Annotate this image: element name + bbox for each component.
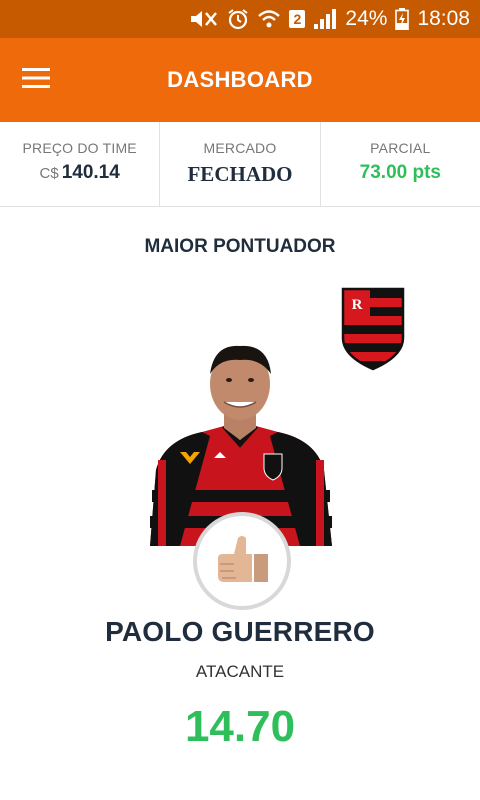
stats-panel: PREÇO DO TIME C$ 140.14 MERCADO FECHADO P… [0, 122, 480, 207]
partial-label: PARCIAL [370, 140, 431, 156]
battery-percent: 24% [345, 7, 388, 30]
thumbs-up-button[interactable] [193, 512, 291, 610]
sim-slot-badge: 2 [289, 10, 306, 28]
player-score: 14.70 [184, 702, 296, 751]
club-shield-icon: R [340, 286, 406, 372]
clock: 18:08 [417, 7, 470, 30]
partial-stat: PARCIAL 73.00 pts [319, 122, 480, 206]
page-title: DASHBOARD [167, 67, 313, 92]
market-label: MERCADO [203, 140, 277, 156]
team-price-value-row: C$ 140.14 [0, 162, 159, 184]
app-bar: DASHBOARD [0, 38, 480, 122]
partial-score: 73.00 pts [359, 162, 441, 183]
team-price-label: PREÇO DO TIME [22, 140, 137, 156]
team-price-value: 140.14 [61, 162, 120, 183]
currency-symbol: C$ [39, 165, 59, 182]
battery-charging-icon [395, 8, 410, 30]
player-name: PAOLO GUERRERO [105, 616, 375, 647]
status-bar: 2 24% 18:08 [0, 0, 480, 38]
team-price-stat: PREÇO DO TIME C$ 140.14 [0, 122, 159, 206]
mute-vibrate-icon [189, 8, 219, 30]
svg-text:R: R [352, 297, 363, 313]
market-status: FECHADO [187, 162, 293, 186]
thumbs-up-icon [214, 534, 270, 589]
player-position: ATACANTE [195, 662, 285, 681]
market-stat: MERCADO FECHADO [159, 122, 319, 206]
signal-icon [313, 8, 337, 30]
wifi-icon [257, 8, 281, 30]
section-title: MAIOR PONTUADOR [144, 236, 336, 257]
alarm-icon [227, 8, 249, 30]
